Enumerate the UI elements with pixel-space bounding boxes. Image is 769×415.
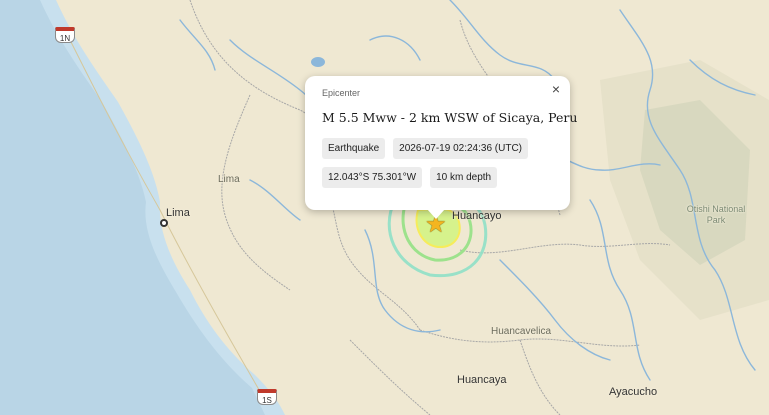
label-lima-city: Lima bbox=[166, 207, 190, 219]
highway-shield-1s: 1S bbox=[257, 389, 277, 405]
label-lima-region: Lima bbox=[218, 174, 240, 185]
event-time-chip: 2026-07-19 02:24:36 (UTC) bbox=[393, 138, 529, 159]
event-meta-row: Earthquake 2026-07-19 02:24:36 (UTC) bbox=[322, 138, 554, 159]
map-view[interactable]: 1N 1S Lima Lima Huancayo Huancavelica Hu… bbox=[0, 0, 769, 415]
highway-shield-1n: 1N bbox=[55, 27, 75, 43]
depth-chip: 10 km depth bbox=[430, 167, 498, 188]
label-national-park: Otishi National Park bbox=[686, 204, 746, 225]
event-location-row: 12.043°S 75.301°W 10 km depth bbox=[322, 167, 554, 188]
city-dot-icon bbox=[160, 219, 168, 227]
earthquake-title: M 5.5 Mww - 2 km WSW of Sicaya, Peru bbox=[322, 110, 578, 125]
label-ayacucho: Ayacucho bbox=[609, 386, 658, 398]
label-huancavelica-region: Huancavelica bbox=[491, 326, 552, 337]
epicenter-popup: Epicenter × M 5.5 Mww - 2 km WSW of Sica… bbox=[305, 76, 578, 219]
lake bbox=[311, 57, 325, 67]
label-huancayo: Huancayo bbox=[452, 210, 502, 222]
close-icon[interactable]: × bbox=[552, 82, 560, 96]
label-huancavelica-city: Huancaya bbox=[457, 374, 507, 386]
event-type-chip: Earthquake bbox=[322, 138, 386, 159]
popup-header: Epicenter bbox=[322, 88, 361, 98]
coordinates-chip: 12.043°S 75.301°W bbox=[322, 167, 423, 188]
